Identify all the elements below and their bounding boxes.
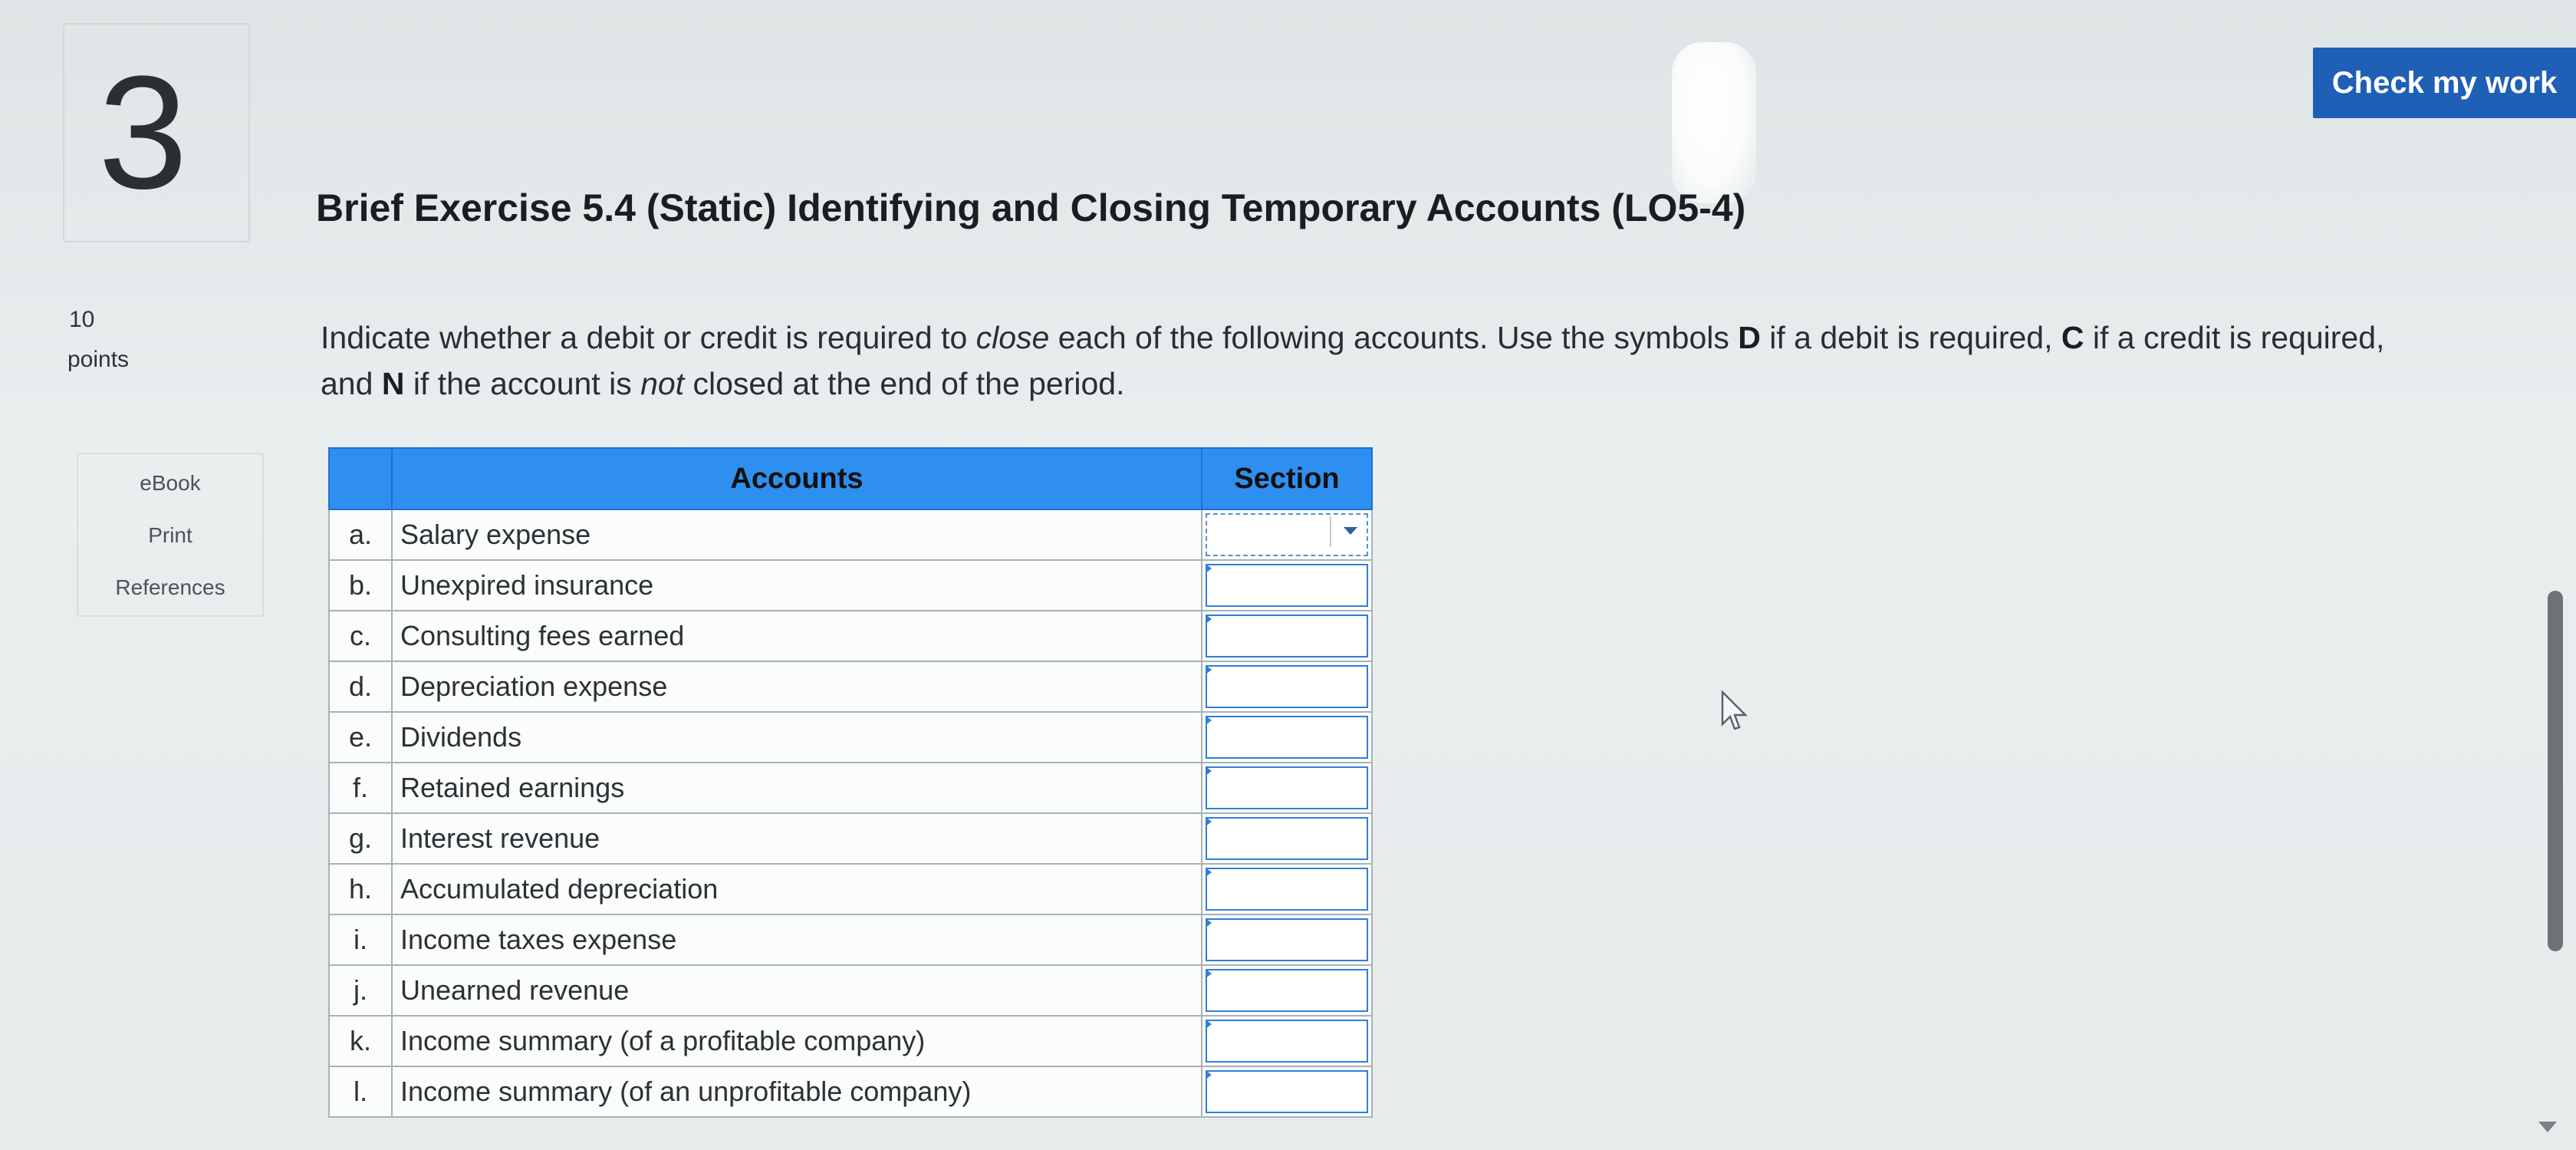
check-my-work-button[interactable]: Check my work: [2313, 48, 2576, 118]
field-marker-icon: [1206, 1070, 1212, 1079]
close-emphasis: close: [975, 320, 1050, 355]
table-row: g. Interest revenue: [328, 812, 1373, 865]
section-select[interactable]: [1206, 716, 1368, 759]
table-row: c. Consulting fees earned: [328, 610, 1373, 662]
table-row: j. Unearned revenue: [328, 964, 1373, 1017]
section-select[interactable]: [1206, 615, 1368, 657]
field-marker-icon: [1206, 1020, 1212, 1029]
section-cell: [1201, 509, 1373, 561]
row-letter: i.: [328, 914, 393, 966]
section-select[interactable]: [1206, 766, 1368, 809]
table-row: h. Accumulated depreciation: [328, 863, 1373, 915]
points-value: 10: [69, 307, 95, 332]
account-name: Consulting fees earned: [391, 610, 1202, 662]
account-name: Salary expense: [391, 509, 1202, 561]
section-cell: [1201, 610, 1373, 662]
row-letter: f.: [328, 762, 393, 814]
account-name: Income taxes expense: [391, 914, 1202, 966]
row-letter: e.: [328, 711, 393, 763]
section-cell: [1201, 812, 1373, 865]
resource-links-panel: eBook Print References: [77, 453, 264, 617]
row-letter: j.: [328, 964, 393, 1017]
account-name: Unearned revenue: [391, 964, 1202, 1017]
field-marker-icon: [1206, 615, 1212, 624]
ebook-link[interactable]: eBook: [78, 471, 262, 496]
table-row: e. Dividends: [328, 711, 1373, 763]
not-emphasis: not: [640, 366, 685, 401]
screen-glare: [1672, 42, 1756, 203]
symbol-d: D: [1738, 320, 1761, 355]
row-letter: g.: [328, 812, 393, 865]
account-name: Unexpired insurance: [391, 559, 1202, 611]
section-select[interactable]: [1206, 1020, 1368, 1063]
row-letter: a.: [328, 509, 393, 561]
print-link[interactable]: Print: [78, 523, 262, 548]
question-number: 3: [98, 42, 188, 222]
field-marker-icon: [1206, 766, 1212, 776]
row-letter: c.: [328, 610, 393, 662]
symbol-c: C: [2061, 320, 2084, 355]
section-select[interactable]: [1206, 918, 1368, 961]
section-cell: [1201, 914, 1373, 966]
section-select[interactable]: [1206, 1070, 1368, 1113]
section-cell: [1201, 964, 1373, 1017]
exercise-instructions: Indicate whether a debit or credit is re…: [321, 320, 2385, 401]
scroll-down-arrow-icon[interactable]: [2538, 1122, 2557, 1132]
field-marker-icon: [1206, 969, 1212, 978]
account-name: Interest revenue: [391, 812, 1202, 865]
section-cell: [1201, 863, 1373, 915]
section-select[interactable]: [1206, 564, 1368, 607]
table-row: f. Retained earnings: [328, 762, 1373, 814]
exercise-title: Brief Exercise 5.4 (Static) Identifying …: [316, 186, 1746, 229]
letter-column-header: [328, 447, 393, 510]
section-select[interactable]: [1206, 868, 1368, 911]
table-row: d. Depreciation expense: [328, 661, 1373, 713]
account-name: Income summary (of an unprofitable compa…: [391, 1066, 1202, 1118]
account-name: Depreciation expense: [391, 661, 1202, 713]
account-name: Retained earnings: [391, 762, 1202, 814]
field-marker-icon: [1206, 918, 1212, 928]
account-name: Dividends: [391, 711, 1202, 763]
section-select[interactable]: [1206, 969, 1368, 1012]
row-letter: b.: [328, 559, 393, 611]
field-marker-icon: [1206, 817, 1212, 826]
section-cell: [1201, 762, 1373, 814]
table-row: b. Unexpired insurance: [328, 559, 1373, 611]
scrollbar-thumb[interactable]: [2548, 591, 2563, 951]
section-cell: [1201, 661, 1373, 713]
row-letter: k.: [328, 1015, 393, 1067]
table-row: k. Income summary (of a profitable compan…: [328, 1015, 1373, 1067]
symbol-n: N: [381, 366, 405, 401]
field-marker-icon: [1206, 716, 1212, 725]
field-marker-icon: [1206, 564, 1212, 573]
row-letter: d.: [328, 661, 393, 713]
section-cell: [1201, 1066, 1373, 1118]
account-name: Income summary (of a profitable company): [391, 1015, 1202, 1067]
table-row: i. Income taxes expense: [328, 914, 1373, 966]
table-header-row: Accounts Section: [328, 447, 1373, 510]
row-letter: l.: [328, 1066, 393, 1118]
accounts-column-header: Accounts: [391, 447, 1202, 510]
section-select[interactable]: [1206, 817, 1368, 860]
field-marker-icon: [1206, 868, 1212, 877]
section-select[interactable]: [1206, 665, 1368, 708]
section-column-header: Section: [1201, 447, 1373, 510]
points-label: points: [67, 347, 130, 372]
accounts-table: Accounts Section a. Salary expense b. Unexp…: [328, 447, 1373, 1118]
section-cell: [1201, 559, 1373, 611]
chevron-down-icon[interactable]: [1330, 516, 1368, 547]
mouse-cursor-icon: [1721, 690, 1748, 730]
account-name: Accumulated depreciation: [391, 863, 1202, 915]
table-row: l. Income summary (of an unprofitable com…: [328, 1066, 1373, 1118]
field-marker-icon: [1206, 665, 1212, 674]
references-link[interactable]: References: [78, 575, 262, 600]
section-cell: [1201, 711, 1373, 763]
row-letter: h.: [328, 863, 393, 915]
table-row: a. Salary expense: [328, 509, 1373, 561]
section-cell: [1201, 1015, 1373, 1067]
